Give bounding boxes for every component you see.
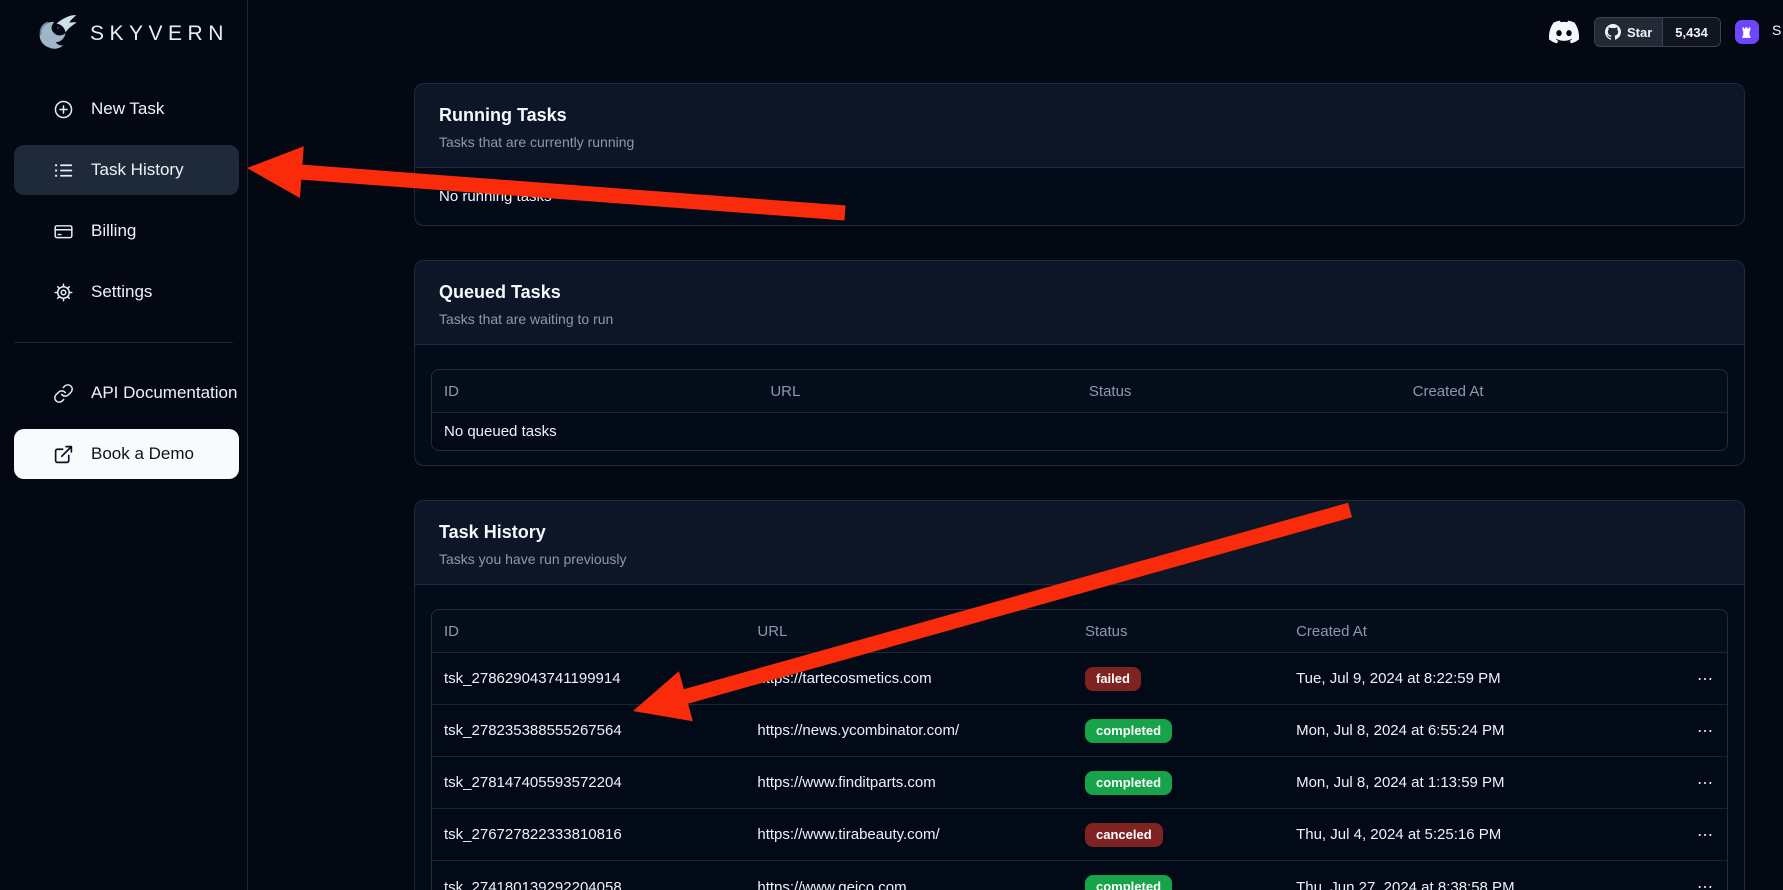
queued-tasks-empty-state: No queued tasks [432, 413, 1727, 450]
card-subtitle: Tasks that are currently running [439, 134, 1720, 150]
sidebar-item-label: New Task [91, 99, 164, 119]
discord-icon[interactable] [1548, 16, 1580, 48]
task-row[interactable]: tsk_278147405593572204 https://www.findi… [432, 757, 1727, 809]
column-header-id: ID [432, 610, 745, 653]
running-tasks-header: Running Tasks Tasks that are currently r… [415, 84, 1744, 168]
task-row[interactable]: tsk_274180139292204058 https://www.geico… [432, 861, 1727, 890]
sidebar-item-label: API Documentation [91, 383, 237, 403]
task-id: tsk_276727822333810816 [432, 809, 745, 861]
sidebar-divider [14, 342, 233, 343]
status-badge: completed [1085, 771, 1172, 795]
sidebar-item-settings[interactable]: Settings [14, 267, 239, 317]
task-id: tsk_278235388555267564 [432, 705, 745, 757]
task-row[interactable]: tsk_278629043741199914 https://tartecosm… [432, 653, 1727, 705]
column-header-actions [1660, 610, 1727, 653]
queued-tasks-card: Queued Tasks Tasks that are waiting to r… [414, 260, 1745, 466]
gear-icon [53, 282, 74, 303]
column-header-status: Status [1077, 370, 1401, 413]
topbar-actions: Star 5,434 [1548, 16, 1759, 48]
card-subtitle: Tasks that are waiting to run [439, 311, 1720, 327]
column-header-status: Status [1073, 610, 1284, 653]
task-status-cell: completed [1073, 757, 1284, 809]
status-badge: canceled [1085, 823, 1163, 847]
status-badge: completed [1085, 875, 1172, 890]
queued-table-header-row: IDURLStatusCreated At [432, 370, 1727, 413]
brand-logo: SKYVERN [0, 0, 247, 60]
task-url: https://www.tirabeauty.com/ [745, 809, 1073, 861]
github-star-button[interactable]: Star 5,434 [1594, 17, 1721, 47]
column-header-url: URL [745, 610, 1073, 653]
queued-tasks-table: IDURLStatusCreated At No queued tasks [431, 369, 1728, 451]
task-url: https://news.ycombinator.com/ [745, 705, 1073, 757]
sidebar: SKYVERN New Task Task History Billing [0, 0, 248, 890]
column-header-created-at: Created At [1401, 370, 1727, 413]
brand-name: SKYVERN [90, 22, 229, 46]
task-row[interactable]: tsk_276727822333810816 https://www.tirab… [432, 809, 1727, 861]
card-subtitle: Tasks you have run previously [439, 551, 1720, 567]
task-url: https://www.finditparts.com [745, 757, 1073, 809]
task-history-card: Task History Tasks you have run previous… [414, 500, 1745, 890]
task-created-at: Mon, Jul 8, 2024 at 6:55:24 PM [1284, 705, 1660, 757]
task-id: tsk_274180139292204058 [432, 861, 745, 890]
avatar-glyph-icon [1740, 25, 1754, 39]
task-created-at: Thu, Jul 4, 2024 at 5:25:16 PM [1284, 809, 1660, 861]
main-content: Running Tasks Tasks that are currently r… [414, 83, 1745, 890]
row-actions-button[interactable]: ⋯ [1697, 877, 1715, 890]
status-badge: completed [1085, 719, 1172, 743]
history-table-header-row: IDURLStatusCreated At [432, 610, 1727, 653]
row-actions-button[interactable]: ⋯ [1697, 825, 1715, 845]
card-title: Running Tasks [439, 105, 1720, 126]
column-header-id: ID [432, 370, 758, 413]
github-icon [1605, 24, 1621, 40]
task-created-at: Thu, Jun 27, 2024 at 8:38:58 PM [1284, 861, 1660, 890]
sidebar-item-billing[interactable]: Billing [14, 206, 239, 256]
task-id: tsk_278629043741199914 [432, 653, 745, 705]
task-status-cell: canceled [1073, 809, 1284, 861]
skyvern-dragon-icon [30, 10, 80, 58]
task-status-cell: completed [1073, 861, 1284, 890]
task-url: https://www.geico.com [745, 861, 1073, 890]
card-title: Task History [439, 522, 1720, 543]
running-tasks-empty-state: No running tasks [415, 168, 1744, 225]
link-icon [53, 383, 74, 404]
sidebar-item-task-history[interactable]: Task History [14, 145, 239, 195]
sidebar-item-label: Settings [91, 282, 152, 302]
task-url: https://tartecosmetics.com [745, 653, 1073, 705]
task-row[interactable]: tsk_278235388555267564 https://news.ycom… [432, 705, 1727, 757]
task-status-cell: completed [1073, 705, 1284, 757]
sidebar-item-label: Task History [91, 160, 184, 180]
column-header-created-at: Created At [1284, 610, 1660, 653]
external-link-icon [53, 444, 74, 465]
sidebar-nav: New Task Task History Billing Settings [0, 84, 247, 479]
task-id: tsk_278147405593572204 [432, 757, 745, 809]
task-created-at: Tue, Jul 9, 2024 at 8:22:59 PM [1284, 653, 1660, 705]
task-created-at: Mon, Jul 8, 2024 at 1:13:59 PM [1284, 757, 1660, 809]
sidebar-item-api-documentation[interactable]: API Documentation [14, 368, 239, 418]
card-title: Queued Tasks [439, 282, 1720, 303]
column-header-url: URL [758, 370, 1077, 413]
sidebar-item-label: Book a Demo [91, 444, 194, 464]
row-actions-button[interactable]: ⋯ [1697, 773, 1715, 793]
credit-card-icon [53, 221, 74, 242]
cutoff-username-text: S [1772, 22, 1781, 38]
running-tasks-card: Running Tasks Tasks that are currently r… [414, 83, 1745, 226]
sidebar-item-book-a-demo[interactable]: Book a Demo [14, 429, 239, 479]
github-star-label: Star [1627, 25, 1652, 40]
task-history-table: IDURLStatusCreated At tsk_27862904374119… [431, 609, 1728, 890]
status-badge: failed [1085, 667, 1141, 691]
queued-empty-row: No queued tasks [432, 413, 1727, 450]
row-actions-button[interactable]: ⋯ [1697, 721, 1715, 741]
list-icon [53, 160, 74, 181]
user-avatar[interactable] [1735, 20, 1759, 44]
row-actions-button[interactable]: ⋯ [1697, 669, 1715, 689]
github-star-count: 5,434 [1662, 18, 1720, 46]
queued-tasks-header: Queued Tasks Tasks that are waiting to r… [415, 261, 1744, 345]
task-status-cell: failed [1073, 653, 1284, 705]
sidebar-item-label: Billing [91, 221, 136, 241]
sidebar-item-new-task[interactable]: New Task [14, 84, 239, 134]
task-history-header: Task History Tasks you have run previous… [415, 501, 1744, 585]
plus-circle-icon [53, 99, 74, 120]
